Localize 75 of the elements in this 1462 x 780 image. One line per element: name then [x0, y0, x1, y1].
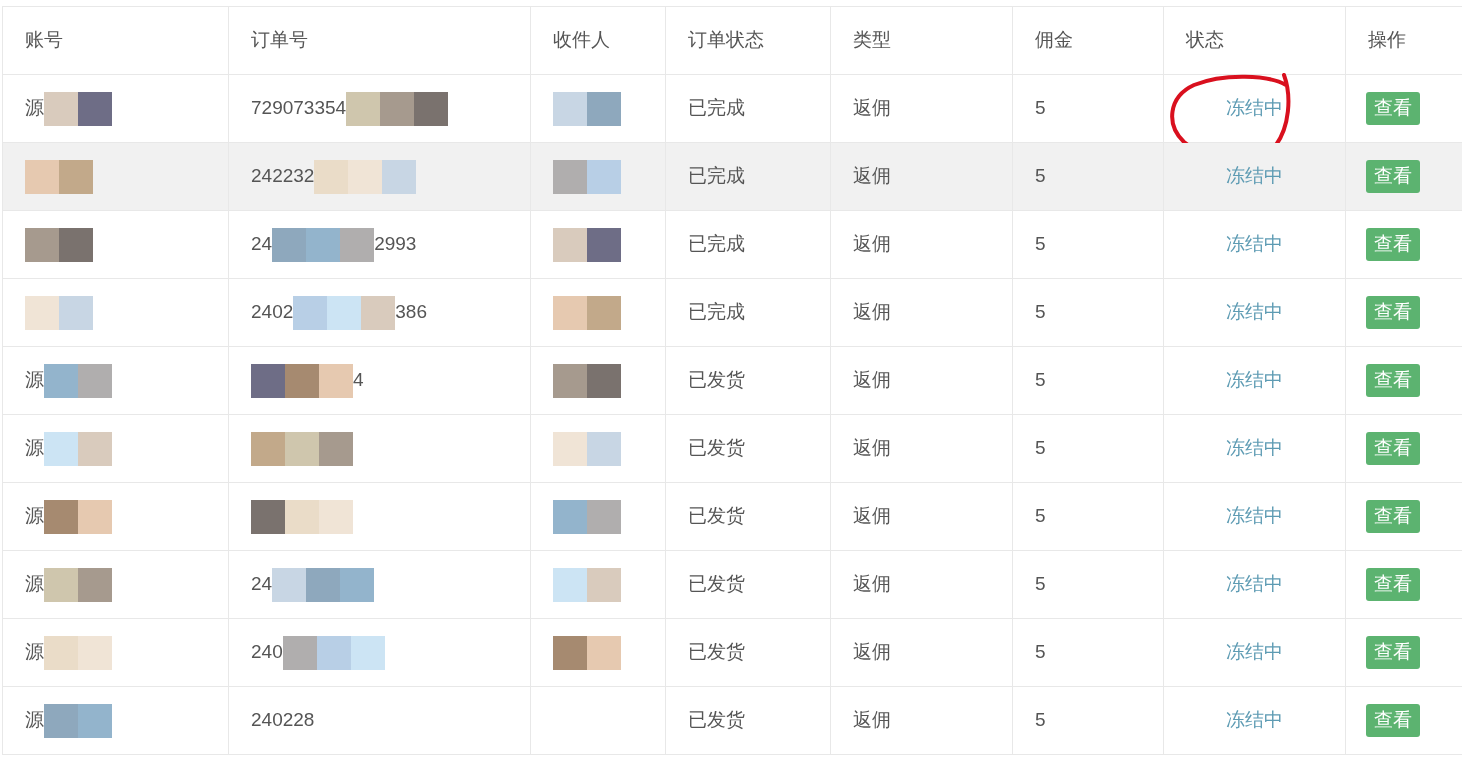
table-cell: 返佣	[853, 505, 891, 527]
table-cell: 4	[353, 368, 364, 390]
table-cell: 2993	[374, 232, 417, 254]
status-text: 冻结中	[1226, 165, 1283, 187]
table-cell: 返佣	[853, 573, 891, 595]
table-cell: 已完成	[688, 165, 745, 187]
table-cell: 386	[395, 300, 427, 322]
table-cell: 5	[1035, 505, 1046, 527]
table-cell: 5	[1035, 709, 1046, 731]
table-cell: 源	[25, 368, 44, 390]
view-button[interactable]: 查看	[1366, 160, 1420, 193]
view-button[interactable]: 查看	[1366, 364, 1420, 397]
table-cell: 已完成	[688, 233, 745, 255]
table-cell: 5	[1035, 301, 1046, 323]
table-cell: 729073354	[251, 96, 347, 118]
table-cell: 源	[25, 572, 44, 594]
column-header: 类型	[853, 29, 891, 51]
table-cell: 源	[25, 640, 44, 662]
table-cell: 24	[251, 232, 273, 254]
column-header: 操作	[1368, 29, 1406, 51]
table-cell: 已发货	[688, 709, 745, 731]
table-cell: 240228	[251, 709, 315, 731]
status-text: 冻结中	[1226, 505, 1283, 527]
column-header: 订单号	[251, 29, 308, 51]
view-button[interactable]: 查看	[1366, 92, 1420, 125]
table-cell: 源	[25, 708, 44, 730]
table-cell: 5	[1035, 573, 1046, 595]
table-cell: 5	[1035, 165, 1046, 187]
column-header: 收件人	[553, 29, 610, 51]
table-cell: 源	[25, 504, 44, 526]
table-cell: 已发货	[688, 437, 745, 459]
table-cell: 2402	[251, 300, 294, 322]
view-button[interactable]: 查看	[1366, 568, 1420, 601]
table-cell: 已发货	[688, 505, 745, 527]
column-header: 账号	[25, 29, 63, 51]
table-cell: 返佣	[853, 165, 891, 187]
table-cell: 返佣	[853, 369, 891, 391]
table-cell: 242232	[251, 164, 315, 186]
view-button[interactable]: 查看	[1366, 296, 1420, 329]
view-button[interactable]: 查看	[1366, 636, 1420, 669]
status-text: 冻结中	[1226, 301, 1283, 323]
status-text: 冻结中	[1226, 369, 1283, 391]
table-cell: 已发货	[688, 641, 745, 663]
status-text: 冻结中	[1226, 573, 1283, 595]
table-cell: 返佣	[853, 709, 891, 731]
column-header: 状态	[1186, 29, 1224, 51]
status-text: 冻结中	[1226, 641, 1283, 663]
table-cell: 5	[1035, 437, 1046, 459]
view-button[interactable]: 查看	[1366, 500, 1420, 533]
column-header: 佣金	[1035, 29, 1073, 51]
status-text: 冻结中	[1226, 97, 1283, 119]
table-cell: 已发货	[688, 573, 745, 595]
table-cell: 源	[25, 96, 44, 118]
table-cell: 返佣	[853, 97, 891, 119]
table-cell: 返佣	[853, 437, 891, 459]
table-cell: 24	[251, 572, 273, 594]
table-cell: 5	[1035, 641, 1046, 663]
view-button[interactable]: 查看	[1366, 228, 1420, 261]
table-cell: 已完成	[688, 97, 745, 119]
table-cell: 已发货	[688, 369, 745, 391]
table-cell: 5	[1035, 233, 1046, 255]
table-cell: 5	[1035, 369, 1046, 391]
status-text: 冻结中	[1226, 233, 1283, 255]
table-cell: 返佣	[853, 233, 891, 255]
column-header: 订单状态	[688, 29, 764, 51]
table-cell: 5	[1035, 97, 1046, 119]
table-cell: 240	[251, 640, 283, 662]
view-button[interactable]: 查看	[1366, 704, 1420, 737]
table-cell: 返佣	[853, 641, 891, 663]
status-text: 冻结中	[1226, 709, 1283, 731]
view-button[interactable]: 查看	[1366, 432, 1420, 465]
status-text: 冻结中	[1226, 437, 1283, 459]
table-cell: 返佣	[853, 301, 891, 323]
table-cell: 已完成	[688, 301, 745, 323]
table-cell: 源	[25, 436, 44, 458]
